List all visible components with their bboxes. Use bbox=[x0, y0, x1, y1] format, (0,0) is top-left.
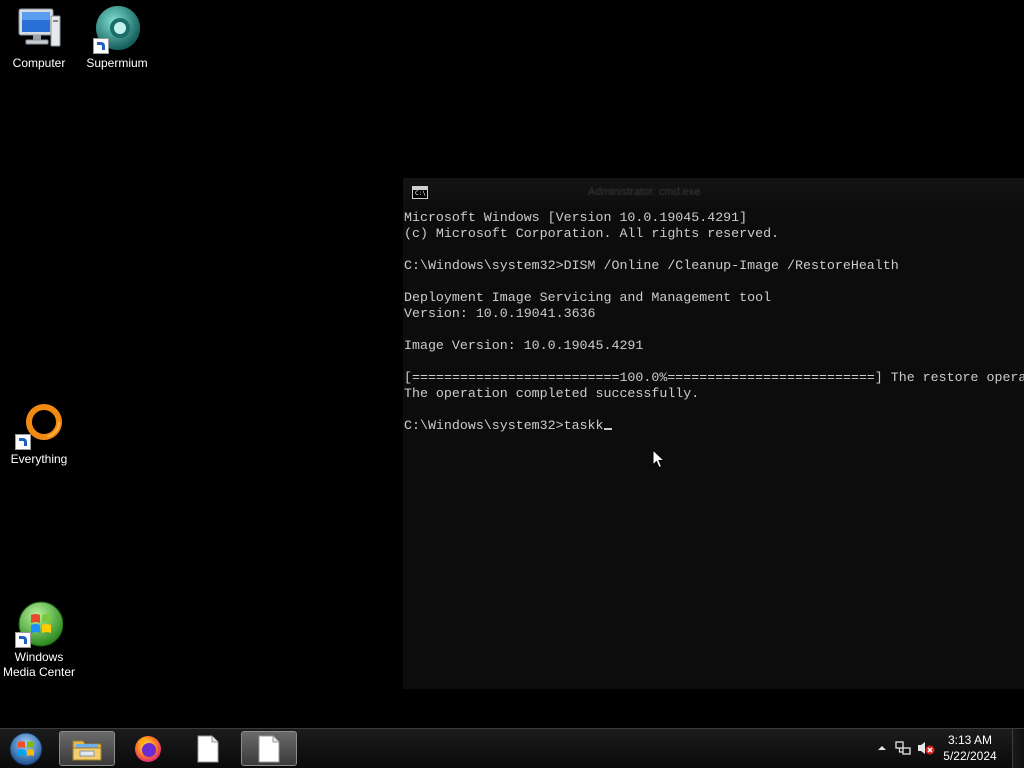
console-line: The operation completed successfully. bbox=[404, 386, 700, 401]
shortcut-arrow-icon bbox=[15, 434, 31, 450]
tray-clock[interactable]: 3:13 AM 5/22/2024 bbox=[941, 732, 999, 764]
desktop-icon-windows-media-center[interactable]: Windows Media Center bbox=[0, 600, 78, 680]
windows-orb-icon bbox=[9, 732, 43, 766]
desktop-icon-label-line-2: Media Center bbox=[2, 665, 76, 679]
window-title: Administrator: cmd.exe bbox=[588, 186, 701, 198]
console-line: Deployment Image Servicing and Managemen… bbox=[404, 290, 772, 305]
show-desktop-button[interactable] bbox=[1012, 729, 1024, 768]
system-tray: 3:13 AM 5/22/2024 bbox=[874, 729, 1024, 768]
taskbar-button-document[interactable] bbox=[180, 731, 236, 766]
taskbar-button-document-active[interactable] bbox=[241, 731, 297, 766]
supermium-icon bbox=[93, 6, 141, 54]
desktop-icon-label: Computer bbox=[12, 56, 66, 70]
show-hidden-icons-chevron-icon[interactable] bbox=[877, 744, 887, 752]
cmd-icon: C:\ bbox=[412, 186, 428, 199]
clock-date: 5/22/2024 bbox=[943, 749, 997, 763]
clock-time: 3:13 AM bbox=[947, 733, 993, 747]
taskbar-button-file-explorer[interactable] bbox=[59, 731, 115, 766]
desktop-icon-label-line-1: Windows bbox=[14, 650, 64, 664]
volume-muted-icon[interactable] bbox=[917, 740, 935, 756]
blank-document-icon bbox=[197, 735, 219, 762]
desktop-icon-everything[interactable]: Everything bbox=[0, 402, 78, 467]
taskbar: 3:13 AM 5/22/2024 bbox=[0, 728, 1024, 768]
console-line: C:\Windows\system32>DISM /Online /Cleanu… bbox=[404, 258, 899, 273]
console-line: Microsoft Windows [Version 10.0.19045.42… bbox=[404, 210, 748, 225]
desktop-icon-label: Supermium bbox=[86, 56, 148, 70]
desktop: Computer Supermium Everything Windows Me… bbox=[0, 0, 1024, 768]
window-titlebar[interactable]: C:\ Administrator: cmd.exe bbox=[403, 178, 1024, 208]
blank-document-icon bbox=[258, 735, 280, 762]
firefox-icon bbox=[135, 735, 161, 762]
console-line: [==========================100.0%=======… bbox=[404, 370, 1024, 385]
console-input-line[interactable]: C:\Windows\system32>taskk bbox=[404, 418, 604, 433]
console-line: (c) Microsoft Corporation. All rights re… bbox=[404, 226, 780, 241]
command-prompt-window[interactable]: C:\ Administrator: cmd.exe Microsoft Win… bbox=[403, 178, 1024, 689]
desktop-icon-label: Everything bbox=[10, 452, 68, 466]
network-icon[interactable] bbox=[895, 740, 911, 756]
taskbar-button-firefox[interactable] bbox=[120, 731, 176, 766]
windows-media-center-icon bbox=[15, 600, 64, 648]
computer-icon bbox=[15, 6, 63, 54]
console-line: Image Version: 10.0.19045.4291 bbox=[404, 338, 644, 353]
text-cursor bbox=[603, 428, 612, 430]
desktop-icon-computer[interactable]: Computer bbox=[0, 6, 78, 71]
shortcut-arrow-icon bbox=[93, 38, 109, 54]
shortcut-arrow-icon bbox=[15, 632, 31, 648]
file-explorer-icon bbox=[72, 740, 102, 760]
start-button[interactable] bbox=[6, 730, 46, 767]
desktop-icon-supermium[interactable]: Supermium bbox=[78, 6, 156, 71]
everything-icon bbox=[15, 402, 63, 450]
console-output[interactable]: Microsoft Windows [Version 10.0.19045.42… bbox=[404, 210, 1024, 434]
console-line: Version: 10.0.19041.3636 bbox=[404, 306, 596, 321]
mouse-pointer-icon bbox=[652, 449, 666, 469]
